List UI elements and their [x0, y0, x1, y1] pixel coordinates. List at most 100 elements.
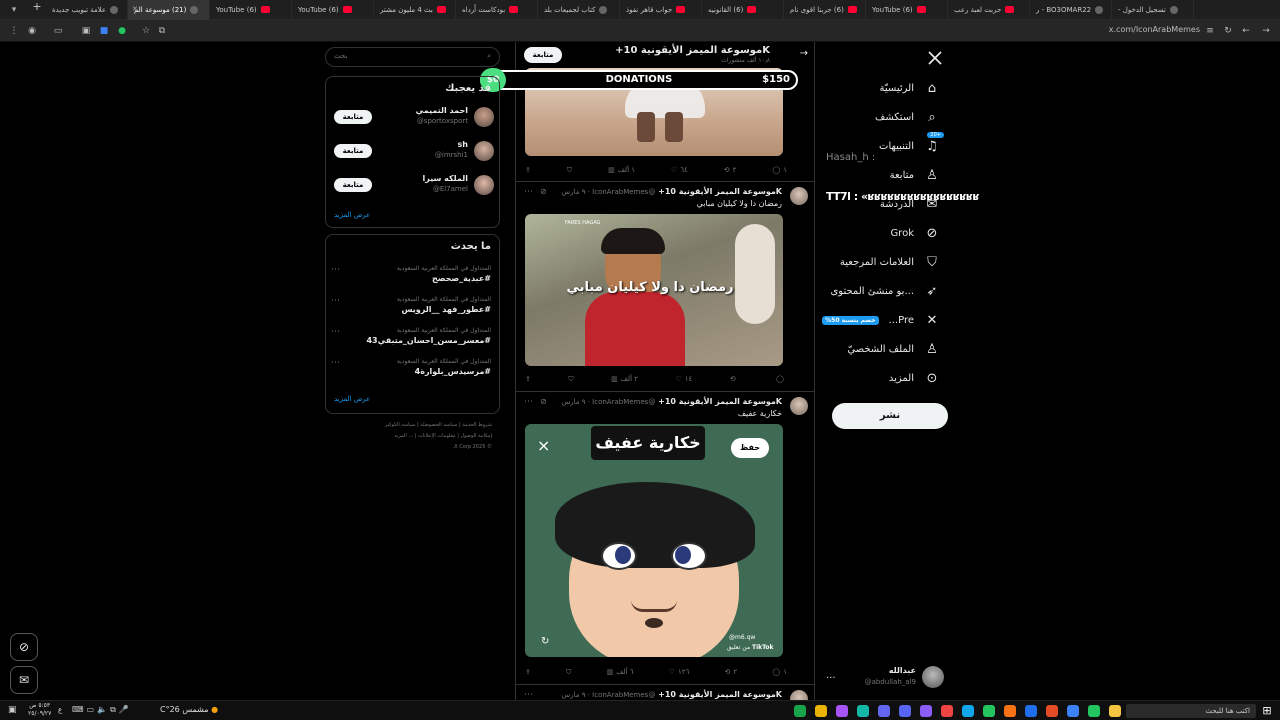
tweet-avatar[interactable]	[790, 397, 808, 415]
tweet-avatar[interactable]	[790, 187, 808, 205]
views-action[interactable]: ▥ ٢ ألف	[611, 373, 638, 385]
browser-tab[interactable]: تسجيل الدخول -	[1112, 0, 1194, 20]
notification-icon[interactable]: ▣	[8, 705, 17, 715]
like-action[interactable]: ♡ ٦٤	[671, 164, 688, 176]
chrome-app-icon[interactable]	[1067, 705, 1079, 717]
trend-more-icon[interactable]: ⋯	[331, 358, 340, 368]
profile-icon[interactable]: ◉	[26, 25, 38, 37]
nav-item-more[interactable]: ⊙ المزيد	[889, 370, 940, 386]
tweet[interactable]: Kموسوعة الميمز الأيقونية 10+ @IconArabMe…	[516, 182, 814, 392]
browser-tab[interactable]: (6) YouTube	[292, 0, 374, 20]
post-button[interactable]: نشر	[832, 403, 948, 429]
nav-item-bookmark[interactable]: ⛉ العلامات المرجعية	[840, 254, 940, 270]
nav-item-profile[interactable]: ♙ الملف الشخصيّ	[847, 341, 940, 357]
android-app-icon[interactable]	[794, 705, 806, 717]
trends-show-more[interactable]: عرض المزيد	[334, 395, 370, 403]
account-more-icon[interactable]: ...	[826, 670, 836, 681]
nav-item-x[interactable]: ✕ Pre... خصم بنسبة 50%	[822, 312, 940, 328]
steam-app-icon[interactable]	[962, 705, 974, 717]
like-action[interactable]: ♡ ١٢٦	[669, 666, 690, 678]
share-action[interactable]: ⇪	[525, 666, 531, 678]
grok-explain-icon[interactable]: ⊘	[540, 187, 547, 196]
browser-tab[interactable]: (6) القانونيه	[702, 0, 784, 20]
follow-suggestion[interactable]: متابعة الملكه سيرا @El7amel	[334, 174, 494, 196]
url-field[interactable]: x.com/IconArabMemes	[1109, 25, 1200, 34]
nav-item-bell[interactable]: ♫ التنبيهات +20	[879, 132, 944, 154]
messages-floating-icon[interactable]: ✉	[10, 666, 38, 694]
trend-more-icon[interactable]: ⋯	[331, 265, 340, 275]
cmd-app-icon[interactable]	[983, 705, 995, 717]
suggestion-avatar[interactable]	[474, 107, 494, 127]
browser-tab[interactable]: بودكاست أَرداه	[456, 0, 538, 20]
tweet-more-icon[interactable]: ⋯	[524, 690, 533, 700]
follow-suggestion[interactable]: متابعة sh @imrshi1	[334, 140, 494, 162]
tab-close-icon[interactable]: ✕	[132, 5, 138, 13]
trend-more-icon[interactable]: ⋯	[331, 296, 340, 306]
tweet-video[interactable]: خكارية عفيف حفظ × @m6.qw من تعليق TikTok…	[525, 424, 783, 657]
vpn-icon[interactable]: ●	[116, 25, 128, 37]
extension-icon[interactable]: ▣	[80, 25, 92, 37]
discord-alt-app-icon[interactable]	[878, 705, 890, 717]
edge-app-icon[interactable]	[941, 705, 953, 717]
replay-icon[interactable]: ↻	[541, 636, 549, 647]
browser-app-icon[interactable]	[836, 705, 848, 717]
reply-action[interactable]: ◯ ١	[772, 164, 787, 176]
reply-action[interactable]: ◯	[776, 373, 787, 385]
tweet-more-icon[interactable]: ⋯	[524, 187, 533, 197]
follow-button[interactable]: متابعة	[334, 144, 372, 158]
suggestion-avatar[interactable]	[474, 175, 494, 195]
bookmark-action[interactable]: ⛉	[566, 666, 571, 678]
save-button[interactable]: حفظ	[731, 438, 769, 458]
taskbar-search[interactable]: اكتب هنا للبحث	[1126, 704, 1256, 718]
nav-item-home[interactable]: ⌂ الرئيسيّة	[880, 80, 940, 96]
back-arrow-icon[interactable]: →	[1260, 25, 1272, 37]
tweet-more-icon[interactable]: ⋯	[524, 397, 533, 407]
discord-app-icon[interactable]	[899, 705, 911, 717]
tweet-image[interactable]: FARES HAGAG رمضان دا ولا كيليان مبابي	[525, 214, 783, 366]
footer-line[interactable]: إمكانية الوصول | معلومات الإعلانات | ...…	[332, 431, 492, 442]
retweet-action[interactable]: ⟲ ٢	[725, 666, 738, 678]
search-box[interactable]: ⌕ بحث	[325, 47, 500, 67]
browser-tab[interactable]: جواب قاهر نفوذ	[620, 0, 702, 20]
trend-item[interactable]: المتداول في المملكة العربية السعودية #مرس…	[331, 358, 491, 376]
browser-tab[interactable]: (6) YouTube	[210, 0, 292, 20]
browser-tab[interactable]: (6) جربنا اقوى نام	[784, 0, 866, 20]
start-icon[interactable]: ⊞	[1260, 704, 1274, 718]
obs-app-icon[interactable]	[920, 705, 932, 717]
like-action[interactable]: ♡ ١٤	[675, 373, 692, 385]
back-button[interactable]: →	[800, 48, 808, 59]
bookmark-action[interactable]: ⛉	[568, 373, 573, 385]
bookmark-action[interactable]: ⛉	[567, 164, 572, 176]
share-action[interactable]: ⇪	[525, 373, 531, 385]
trend-more-icon[interactable]: ⋯	[331, 327, 340, 337]
retweet-action[interactable]: ⟲	[730, 373, 739, 385]
browser-tab[interactable]: بث 4 مليون مشتر	[374, 0, 456, 20]
grok-explain-icon[interactable]: ⊘	[540, 397, 547, 406]
account-avatar[interactable]	[922, 666, 944, 688]
language-indicator[interactable]: ع	[58, 706, 62, 714]
tweet[interactable]: Kموسوعة الميمز الأيقونية 10+ @IconArabMe…	[516, 392, 814, 685]
tray-icons[interactable]: ⌨▭🔈⧉🎤	[72, 705, 132, 715]
trend-item[interactable]: المتداول في المملكة العربية السعودية #عطو…	[331, 296, 491, 314]
footer-line[interactable]: شروط الخدمة | سياسة الخصوصيّة | سياسة ال…	[332, 420, 492, 431]
nav-item-grok[interactable]: ⊘ Grok	[890, 225, 940, 241]
follow-suggestion[interactable]: متابعة احمد التميمي @sportoxsport	[334, 106, 494, 128]
copilot-app-icon[interactable]	[1109, 705, 1121, 717]
browser-tab[interactable]: (6) YouTube	[866, 0, 948, 20]
files-app-icon[interactable]	[1025, 705, 1037, 717]
header-follow-button[interactable]: متابعة	[524, 47, 562, 63]
clock[interactable]: ٥:٥٣ ص ٢٥/٠٩/٢٧	[28, 702, 51, 718]
copy-icon[interactable]: ⧉	[156, 25, 168, 37]
share-action[interactable]: ⇪	[525, 164, 531, 176]
reload-icon[interactable]: ↻	[1222, 25, 1234, 37]
translate-icon[interactable]: ■	[98, 25, 110, 37]
nav-item-rocket[interactable]: ➶ ...بو منشئ المحتوى	[830, 283, 940, 299]
retweet-action[interactable]: ⟲ ٢	[724, 164, 737, 176]
views-action[interactable]: ▥ ٦ ألف	[607, 666, 634, 678]
sidebar-icon[interactable]: ▭	[52, 25, 64, 37]
suggestion-avatar[interactable]	[474, 141, 494, 161]
folder-app-icon[interactable]	[815, 705, 827, 717]
browser-tab[interactable]: كتاب لجميعات بلد	[538, 0, 620, 20]
show-more-link[interactable]: عرض المزيد	[334, 211, 370, 219]
photos-app-icon[interactable]	[1046, 705, 1058, 717]
